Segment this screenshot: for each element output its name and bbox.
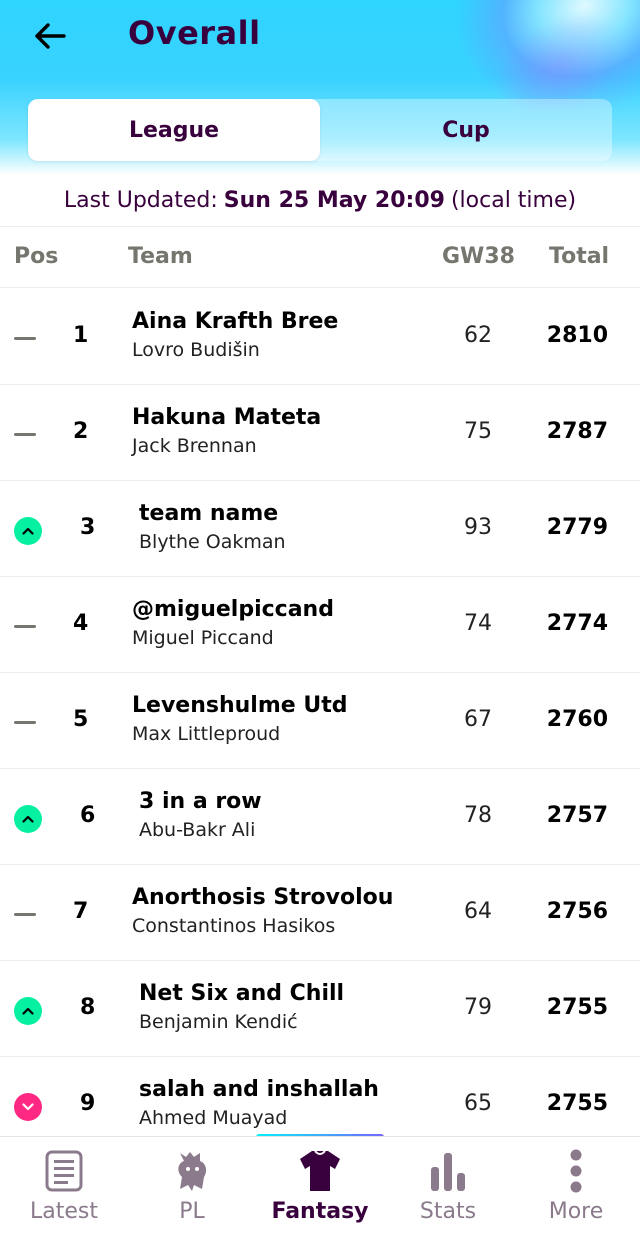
tab-cup[interactable]: Cup [320, 99, 612, 161]
standings-row[interactable]: 1 Aina Krafth Bree Lovro Budišin 62 2810 [0, 289, 640, 385]
news-icon [45, 1150, 83, 1192]
standings-row[interactable]: 6 3 in a row Abu-Bakr Ali 78 2757 [0, 769, 640, 865]
standings-list: 1 Aina Krafth Bree Lovro Budišin 62 2810 2 Hak… [0, 289, 640, 1153]
nav-latest-label: Latest [30, 1199, 98, 1224]
nav-fantasy[interactable]: Fantasy [256, 1137, 384, 1237]
rank-number: 5 [73, 707, 89, 732]
rank-number: 6 [80, 803, 96, 828]
column-team: Team [128, 244, 193, 269]
last-updated-datetime: Sun 25 May 20:09 [223, 188, 445, 213]
column-total: Total [549, 244, 610, 269]
column-gw: GW38 [442, 244, 515, 269]
last-updated-prefix: Last Updated: [63, 188, 218, 213]
rank-number: 3 [80, 515, 96, 540]
standings-row[interactable]: 7 Anorthosis Strovolou Constantinos Hasiko… [0, 865, 640, 961]
last-updated-suffix: (local time) [450, 188, 577, 213]
team-name: Aina Krafth Bree [132, 309, 339, 334]
bar-chart-icon [431, 1153, 465, 1191]
team-name: 3 in a row [139, 789, 262, 814]
rank-number: 8 [80, 995, 96, 1020]
gameweek-points: 78 [464, 803, 492, 828]
bottom-nav: Latest PL Fantasy Stats More [0, 1136, 640, 1237]
team-name: salah and inshallah [139, 1077, 379, 1102]
tab-league[interactable]: League [28, 99, 320, 161]
total-points: 2756 [546, 899, 608, 924]
total-points: 2787 [546, 419, 608, 444]
shirt-icon [300, 1150, 340, 1191]
gameweek-points: 65 [464, 1091, 492, 1116]
standings-row[interactable]: 8 Net Six and Chill Benjamin Kendić 79 2755 [0, 961, 640, 1057]
team-name: Hakuna Mateta [132, 405, 322, 430]
manager-name: Benjamin Kendić [139, 1011, 298, 1033]
manager-name: Jack Brennan [132, 435, 257, 457]
gameweek-points: 75 [464, 419, 492, 444]
standings-row[interactable]: 4 @miguelpiccand Miguel Piccand 74 2774 [0, 577, 640, 673]
nav-stats-label: Stats [419, 1199, 477, 1224]
standings-row[interactable]: 2 Hakuna Mateta Jack Brennan 75 2787 [0, 385, 640, 481]
arrow-left-icon [35, 23, 66, 49]
team-name: @miguelpiccand [132, 597, 334, 622]
standings-row[interactable]: 3 team name Blythe Oakman 93 2779 [0, 481, 640, 577]
no-change-icon [14, 325, 42, 353]
page-title: Overall [128, 14, 261, 52]
team-name: Levenshulme Utd [132, 693, 348, 718]
standings-header: Pos Team GW38 Total [0, 228, 640, 288]
no-change-icon [14, 901, 42, 929]
total-points: 2810 [546, 323, 608, 348]
total-points: 2760 [546, 707, 608, 732]
nav-pl-label: PL [179, 1199, 205, 1224]
manager-name: Miguel Piccand [132, 627, 274, 649]
league-cup-tabs: League Cup [28, 99, 612, 161]
gameweek-points: 67 [464, 707, 492, 732]
gameweek-points: 74 [464, 611, 492, 636]
rank-up-icon [14, 997, 42, 1025]
nav-stats[interactable]: Stats [384, 1137, 512, 1237]
manager-name: Lovro Budišin [132, 339, 260, 361]
gameweek-points: 64 [464, 899, 492, 924]
nav-pl[interactable]: PL [128, 1137, 256, 1237]
total-points: 2755 [546, 995, 608, 1020]
app-header: Overall League Cup [0, 0, 640, 175]
nav-more[interactable]: More [512, 1137, 640, 1237]
manager-name: Max Littleproud [132, 723, 281, 745]
rank-number: 7 [73, 899, 89, 924]
manager-name: Blythe Oakman [139, 531, 286, 553]
gameweek-points: 62 [464, 323, 492, 348]
last-updated-bar: Last Updated: Sun 25 May 20:09 (local ti… [0, 175, 640, 227]
gameweek-points: 93 [464, 515, 492, 540]
back-button[interactable] [26, 14, 74, 58]
rank-number: 1 [73, 323, 89, 348]
no-change-icon [14, 421, 42, 449]
nav-fantasy-label: Fantasy [271, 1199, 369, 1224]
total-points: 2757 [546, 803, 608, 828]
rank-up-icon [14, 805, 42, 833]
total-points: 2779 [546, 515, 608, 540]
rank-number: 2 [73, 419, 89, 444]
manager-name: Ahmed Muayad [139, 1107, 288, 1129]
more-dots-icon [570, 1149, 582, 1193]
no-change-icon [14, 613, 42, 641]
team-name: team name [139, 501, 279, 526]
rank-number: 4 [73, 611, 89, 636]
team-name: Net Six and Chill [139, 981, 345, 1006]
gameweek-points: 79 [464, 995, 492, 1020]
rank-up-icon [14, 517, 42, 545]
manager-name: Constantinos Hasikos [132, 915, 336, 937]
total-points: 2755 [546, 1091, 608, 1116]
rank-number: 9 [80, 1091, 96, 1116]
total-points: 2774 [546, 611, 608, 636]
no-change-icon [14, 709, 42, 737]
lion-icon [178, 1152, 207, 1191]
nav-latest[interactable]: Latest [0, 1137, 128, 1237]
manager-name: Abu-Bakr Ali [139, 819, 256, 841]
rank-down-icon [14, 1093, 42, 1121]
column-pos: Pos [14, 244, 59, 269]
nav-more-label: More [548, 1199, 604, 1224]
standings-row[interactable]: 5 Levenshulme Utd Max Littleproud 67 2760 [0, 673, 640, 769]
team-name: Anorthosis Strovolou [132, 885, 394, 910]
